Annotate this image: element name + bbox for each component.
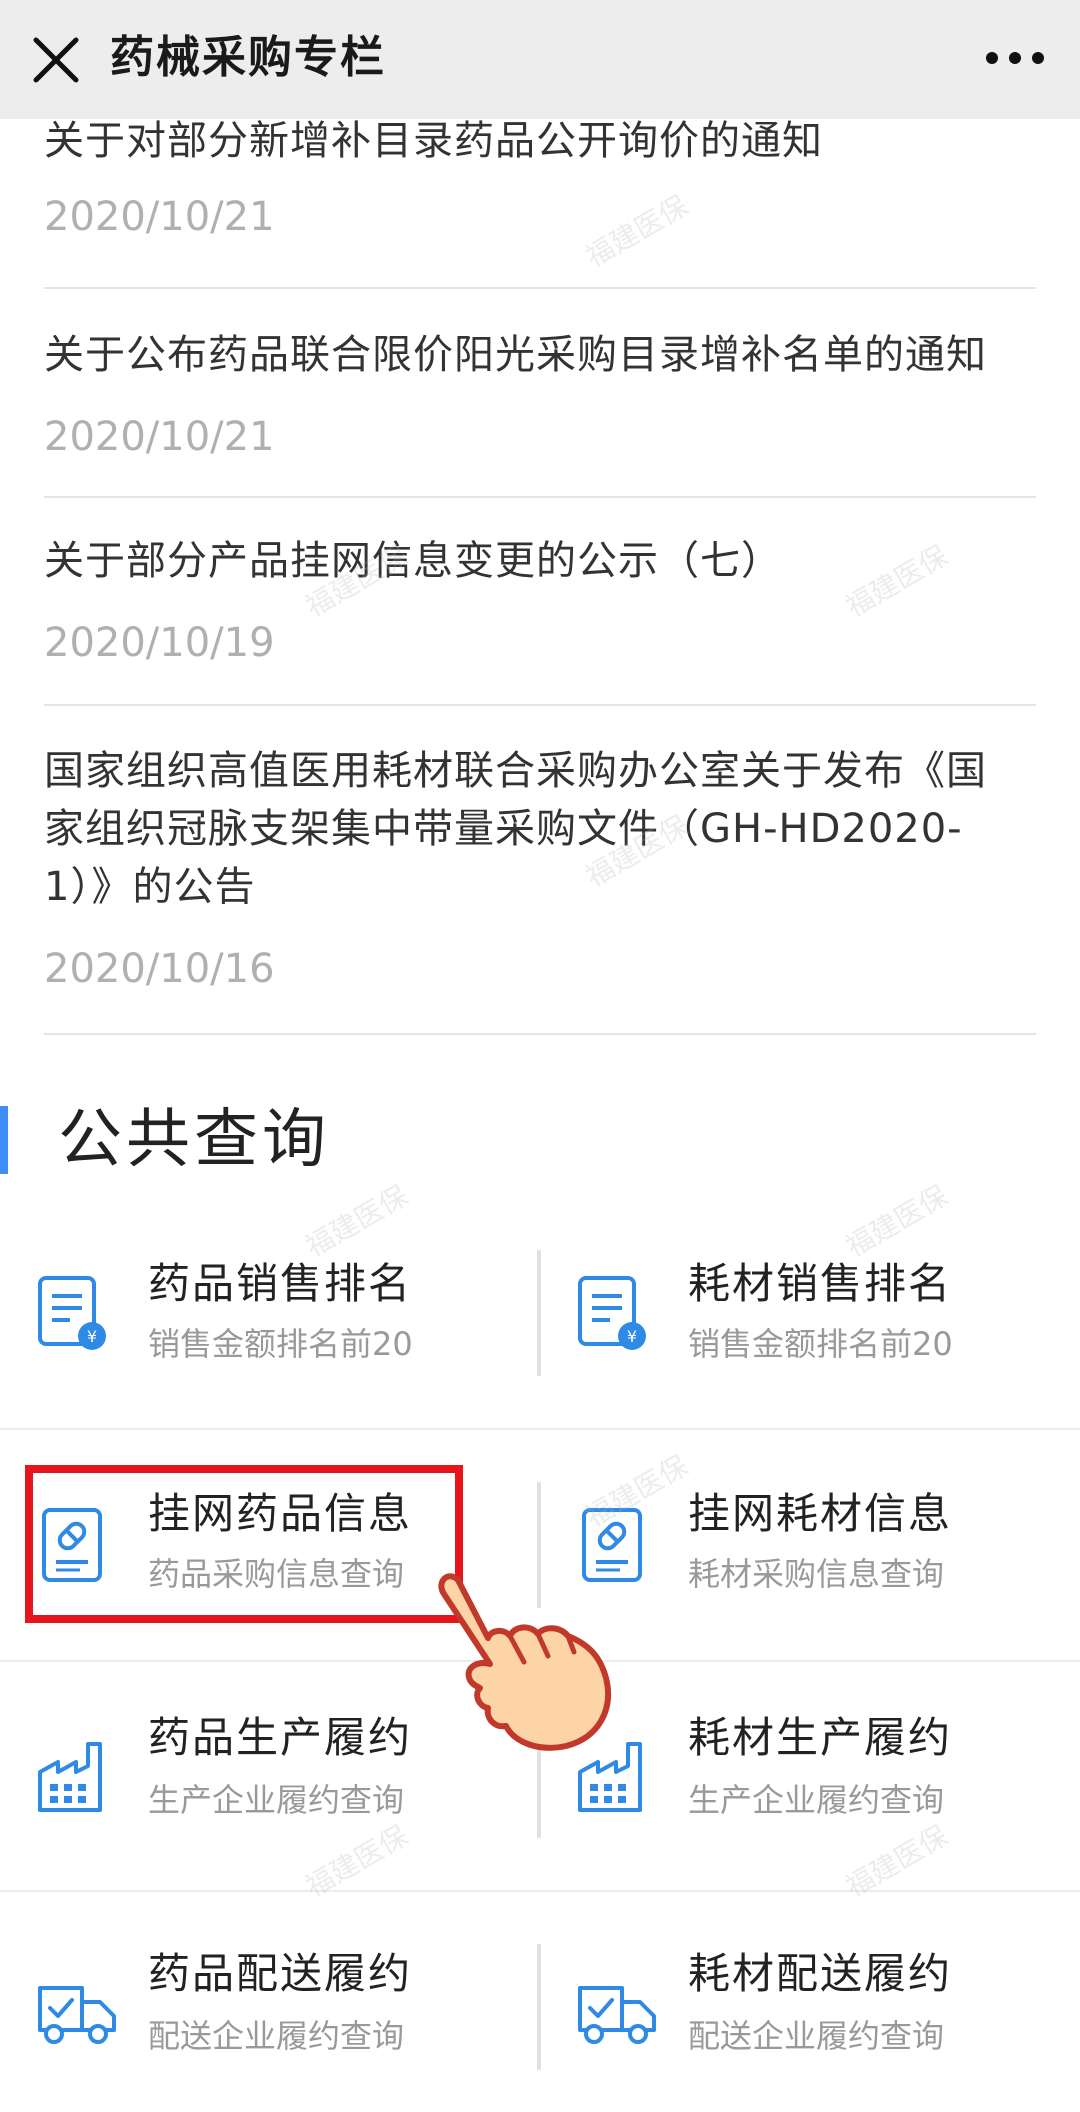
news-title: 家组织冠脉支架集中带量采购文件（GH-HD2020- — [44, 806, 963, 852]
tile-subtitle: 销售金额排名前20 — [148, 1325, 413, 1363]
delivery-truck-icon — [578, 1986, 656, 2044]
vertical-divider — [537, 1944, 541, 2070]
news-item[interactable]: 关于部分产品挂网信息变更的公示（七） 2020/10/19 — [44, 532, 1036, 668]
tile-material-sales-ranking[interactable]: ¥ 耗材销售排名 销售金额排名前20 — [540, 1222, 1080, 1422]
news-date: 2020/10/19 — [44, 620, 275, 666]
factory-icon — [38, 1742, 102, 1812]
svg-text:¥: ¥ — [627, 1327, 637, 1346]
news-title: 1）》的公告 — [44, 864, 256, 910]
tile-subtitle: 生产企业履约查询 — [148, 1781, 405, 1819]
tile-subtitle: 生产企业履约查询 — [688, 1781, 945, 1819]
news-title: 国家组织高值医用耗材联合采购办公室关于发布《国 — [44, 748, 987, 794]
tile-title: 耗材销售排名 — [688, 1259, 953, 1308]
page-title: 药械采购专栏 — [110, 32, 386, 83]
divider — [44, 1033, 1036, 1035]
news-item[interactable]: 关于公布药品联合限价阳光采购目录增补名单的通知 2020/10/21 — [44, 326, 1036, 462]
news-title: 关于公布药品联合限价阳光采购目录增补名单的通知 — [44, 332, 987, 378]
divider — [44, 496, 1036, 498]
more-dots-icon[interactable] — [980, 38, 1050, 78]
tile-title: 挂网耗材信息 — [688, 1489, 953, 1538]
tile-subtitle: 配送企业履约查询 — [688, 2017, 945, 2055]
divider — [44, 287, 1036, 289]
news-date: 2020/10/21 — [44, 414, 275, 460]
tile-subtitle: 配送企业履约查询 — [148, 2017, 405, 2055]
row-divider — [0, 1428, 1080, 1430]
news-date: 2020/10/21 — [44, 194, 275, 240]
delivery-truck-icon — [38, 1986, 116, 2044]
tile-title: 耗材生产履约 — [688, 1713, 953, 1762]
tile-subtitle: 耗材采购信息查询 — [688, 1555, 945, 1593]
tile-material-delivery-performance[interactable]: 耗材配送履约 配送企业履约查询 — [540, 1912, 1080, 2112]
tile-title: 耗材配送履约 — [688, 1949, 953, 1998]
tile-drug-delivery-performance[interactable]: 药品配送履约 配送企业履约查询 — [0, 1912, 540, 2112]
highlight-box — [25, 1465, 463, 1623]
receipt-yen-icon: ¥ — [38, 1276, 106, 1350]
pointing-hand-icon — [438, 1573, 611, 1751]
tile-drug-sales-ranking[interactable]: ¥ 药品销售排名 销售金额排名前20 — [0, 1222, 540, 1422]
news-date: 2020/10/16 — [44, 946, 275, 992]
receipt-yen-icon: ¥ — [578, 1276, 646, 1350]
tile-title: 药品配送履约 — [148, 1949, 413, 1998]
tile-title: 药品销售排名 — [148, 1259, 413, 1308]
news-item[interactable]: 关于对部分新增补目录药品公开询价的通知 2020/10/21 — [44, 112, 1036, 242]
tile-subtitle: 销售金额排名前20 — [688, 1325, 953, 1363]
vertical-divider — [537, 1250, 541, 1376]
divider — [44, 704, 1036, 706]
tile-title: 药品生产履约 — [148, 1713, 413, 1762]
news-title: 关于对部分新增补目录药品公开询价的通知 — [44, 118, 823, 164]
close-icon[interactable] — [26, 30, 86, 90]
section-accent-bar — [0, 1106, 8, 1174]
svg-text:¥: ¥ — [87, 1327, 97, 1346]
top-bar: 药械采购专栏 — [0, 0, 1080, 119]
news-title: 关于部分产品挂网信息变更的公示（七） — [44, 538, 782, 584]
news-item[interactable]: 国家组织高值医用耗材联合采购办公室关于发布《国 家组织冠脉支架集中带量采购文件（… — [44, 742, 1036, 994]
row-divider — [0, 1890, 1080, 1892]
section-title: 公共查询 — [58, 1103, 330, 1177]
